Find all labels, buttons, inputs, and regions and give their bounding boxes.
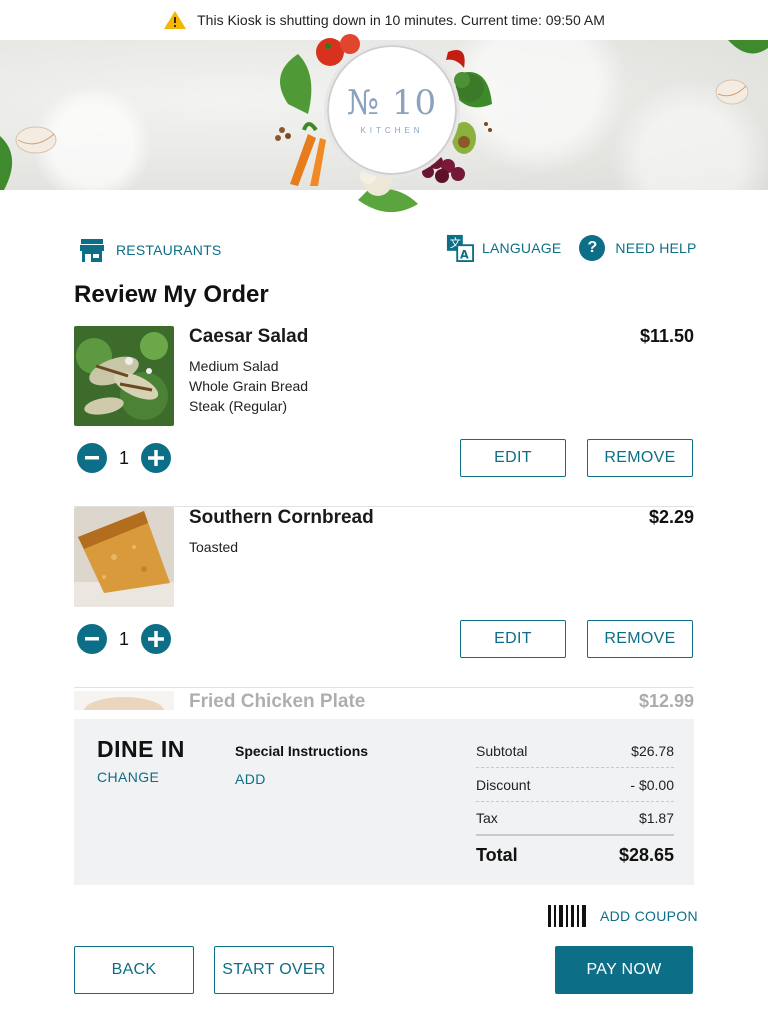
hero-banner: № 10 KITCHEN bbox=[0, 34, 768, 213]
leaf-icon bbox=[728, 40, 768, 54]
quantity-value: 1 bbox=[118, 628, 129, 649]
caesar-salad-photo bbox=[74, 326, 174, 426]
total-value: $28.65 bbox=[618, 844, 674, 865]
leaf-icon bbox=[0, 136, 13, 190]
quantity-stepper: 1 bbox=[77, 443, 171, 473]
item-name: Southern Cornbread bbox=[189, 507, 374, 528]
subtotal-label: Subtotal bbox=[476, 742, 528, 759]
language-link[interactable]: 文 A LANGUAGE bbox=[446, 234, 561, 262]
order-item: Southern Cornbread $2.29 Toasted 1 EDIT … bbox=[74, 507, 694, 688]
alert-message: This Kiosk is shutting down in 10 minute… bbox=[197, 12, 605, 28]
order-item: Fried Chicken Plate $12.99 bbox=[74, 688, 694, 710]
order-item: Caesar Salad $11.50 Medium Salad Whole G… bbox=[74, 326, 694, 507]
add-coupon-button[interactable]: ADD COUPON bbox=[548, 905, 698, 927]
back-button[interactable]: BACK bbox=[74, 946, 194, 994]
item-name: Fried Chicken Plate bbox=[189, 691, 366, 710]
item-modifiers: Medium Salad Whole Grain Bread Steak (Re… bbox=[189, 356, 308, 416]
item-name: Caesar Salad bbox=[189, 326, 309, 347]
svg-text:A: A bbox=[460, 248, 469, 261]
tax-label: Tax bbox=[476, 810, 498, 826]
item-modifier: Steak (Regular) bbox=[189, 398, 288, 414]
remove-item-button[interactable]: REMOVE bbox=[587, 439, 693, 477]
help-icon: ? bbox=[579, 235, 606, 261]
item-modifier: Whole Grain Bread bbox=[189, 378, 309, 394]
logo-subtext: KITCHEN bbox=[360, 125, 424, 135]
need-help-link[interactable]: ? NEED HELP bbox=[579, 235, 696, 261]
restaurants-link[interactable]: RESTAURANTS bbox=[78, 236, 221, 264]
tax-row: Tax $1.87 bbox=[476, 802, 674, 836]
dining-mode: DINE IN bbox=[97, 736, 185, 762]
barcode-icon bbox=[548, 905, 586, 927]
total-label: Total bbox=[476, 844, 518, 865]
subtotal-value: $26.78 bbox=[631, 742, 674, 759]
increase-quantity-button[interactable] bbox=[141, 443, 171, 473]
item-price: $2.29 bbox=[648, 507, 694, 527]
page-title: Review My Order bbox=[74, 281, 269, 308]
quantity-value: 1 bbox=[118, 447, 129, 468]
item-price: $12.99 bbox=[638, 691, 694, 710]
decrease-quantity-button[interactable] bbox=[77, 443, 107, 473]
brand-logo: № 10 KITCHEN bbox=[324, 42, 460, 178]
minus-icon bbox=[85, 637, 99, 641]
restaurants-label: RESTAURANTS bbox=[116, 242, 222, 258]
order-summary-panel: DINE IN CHANGE Special Instructions ADD … bbox=[74, 719, 694, 885]
subtotal-row: Subtotal $26.78 bbox=[476, 734, 674, 768]
storefront-icon bbox=[80, 239, 104, 262]
total-row: Total $28.65 bbox=[476, 836, 674, 874]
plus-icon bbox=[148, 450, 164, 466]
edit-item-button[interactable]: EDIT bbox=[460, 439, 566, 477]
tax-value: $1.87 bbox=[638, 810, 674, 826]
discount-label: Discount bbox=[476, 776, 531, 793]
minus-icon bbox=[85, 456, 99, 460]
discount-row: Discount - $0.00 bbox=[476, 768, 674, 802]
edit-item-button[interactable]: EDIT bbox=[460, 620, 566, 658]
garlic-icon bbox=[715, 79, 749, 105]
increase-quantity-button[interactable] bbox=[141, 624, 171, 654]
plus-icon bbox=[148, 631, 164, 647]
item-modifier: Medium Salad bbox=[189, 358, 279, 374]
fried-chicken-photo bbox=[74, 691, 174, 710]
special-instructions-heading: Special Instructions bbox=[235, 743, 369, 759]
language-label: LANGUAGE bbox=[482, 240, 562, 256]
pay-now-button[interactable]: PAY NOW bbox=[555, 946, 693, 994]
item-modifiers: Toasted bbox=[189, 537, 238, 557]
order-item-list[interactable]: Caesar Salad $11.50 Medium Salad Whole G… bbox=[74, 326, 694, 710]
cornbread-photo bbox=[74, 507, 174, 607]
translate-icon: 文 A bbox=[446, 234, 474, 262]
add-coupon-label: ADD COUPON bbox=[600, 908, 698, 924]
order-totals: Subtotal $26.78 Discount - $0.00 Tax $1.… bbox=[476, 734, 674, 874]
quantity-stepper: 1 bbox=[77, 624, 171, 654]
need-help-label: NEED HELP bbox=[615, 240, 697, 256]
start-over-button[interactable]: START OVER bbox=[214, 946, 334, 994]
item-price: $11.50 bbox=[639, 326, 694, 346]
decrease-quantity-button[interactable] bbox=[77, 624, 107, 654]
remove-item-button[interactable]: REMOVE bbox=[587, 620, 693, 658]
item-modifier: Toasted bbox=[189, 539, 239, 555]
warning-icon bbox=[164, 11, 187, 29]
change-dining-mode-link[interactable]: CHANGE bbox=[97, 769, 159, 785]
add-special-instructions-link[interactable]: ADD bbox=[235, 771, 266, 787]
discount-value: - $0.00 bbox=[630, 776, 674, 793]
logo-text: № 10 bbox=[346, 82, 438, 123]
